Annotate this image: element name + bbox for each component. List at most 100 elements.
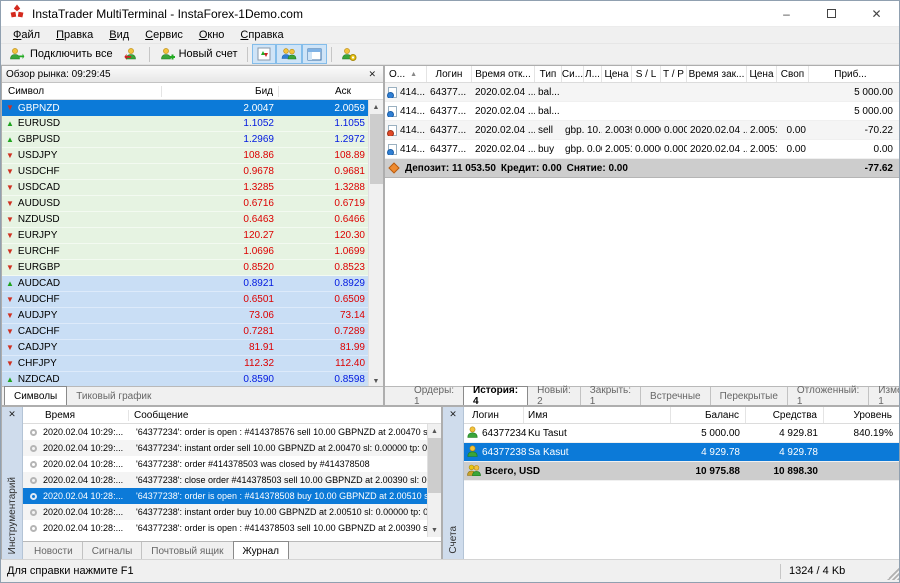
order-row[interactable]: 414... 64377...2020.02.04 ... buygbp... … <box>385 140 900 159</box>
tab-modify[interactable]: Изменить: 1 <box>868 387 900 405</box>
symbol-row[interactable]: ▼CHFJPY112.32112.40 <box>2 356 370 372</box>
order-row[interactable]: 414... 64377...2020.02.04 ... bal... 5 0… <box>385 102 900 121</box>
tab-news[interactable]: Новости <box>25 542 82 560</box>
tab-signals[interactable]: Сигналы <box>82 542 142 560</box>
accounts-header: Логин Имя Баланс Средства Уровень <box>464 407 900 424</box>
market-watch-close-icon[interactable]: ✕ <box>365 69 379 80</box>
tab-new[interactable]: Новый: 2 <box>528 387 580 405</box>
symbol-row[interactable]: ▼GBPNZD2.00472.0059 <box>2 100 370 116</box>
column-balance[interactable]: Баланс <box>671 407 746 423</box>
column-price[interactable]: Цена <box>602 66 632 82</box>
journal-row[interactable]: 2020.02.04 10:28:...'64377238': close or… <box>23 472 427 488</box>
toggle-accounts-button[interactable] <box>276 44 302 64</box>
disconnect-all-button[interactable] <box>118 44 145 64</box>
connect-all-button[interactable]: Подключить все <box>4 44 118 64</box>
scroll-thumb[interactable] <box>370 114 383 184</box>
column-open-time[interactable]: Время отк... <box>472 66 535 82</box>
journal-close-icon[interactable]: ✕ <box>5 409 19 420</box>
tab-close[interactable]: Закрыть: 1 <box>580 387 640 405</box>
column-close-price[interactable]: Цена <box>747 66 777 82</box>
column-login[interactable]: Логин <box>427 66 472 82</box>
menu-view[interactable]: Вид <box>101 28 137 42</box>
column-ask[interactable]: Аск <box>279 86 355 97</box>
symbol-row[interactable]: ▼AUDUSD0.67160.6719 <box>2 196 370 212</box>
menu-service[interactable]: Сервис <box>137 28 191 42</box>
column-type[interactable]: Тип <box>535 66 562 82</box>
column-lots[interactable]: Л... <box>584 66 602 82</box>
tab-symbols[interactable]: Символы <box>4 386 67 405</box>
column-close-time[interactable]: Время зак... <box>687 66 747 82</box>
column-login[interactable]: Логин <box>464 407 524 423</box>
symbol-row[interactable]: ▼CADCHF0.72810.7289 <box>2 324 370 340</box>
tab-history[interactable]: История: 4 <box>463 386 528 405</box>
tab-pending[interactable]: Отложенный: 1 <box>787 387 868 405</box>
toggle-layout-button[interactable] <box>302 44 327 64</box>
minimize-button[interactable]: – <box>764 1 809 26</box>
symbol-row[interactable]: ▲AUDCAD0.89210.8929 <box>2 276 370 292</box>
toolbar-separator <box>149 47 150 62</box>
menu-file[interactable]: Файл <box>5 28 48 42</box>
accounts-sidebar: ✕ Счета <box>443 407 464 560</box>
journal-scrollbar[interactable]: ▲ ▼ <box>427 424 441 537</box>
symbol-row[interactable]: ▼CADJPY81.9181.99 <box>2 340 370 356</box>
order-row[interactable]: 414... 64377...2020.02.04 ... bal... 5 0… <box>385 83 900 102</box>
symbol-row[interactable]: ▼EURJPY120.27120.30 <box>2 228 370 244</box>
symbol-row[interactable]: ▼USDCAD1.32851.3288 <box>2 180 370 196</box>
column-symbol[interactable]: Си... <box>562 66 584 82</box>
symbol-row[interactable]: ▲EURUSD1.10521.1055 <box>2 116 370 132</box>
column-bid[interactable]: Бид <box>162 86 279 97</box>
close-button[interactable]: ✕ <box>854 1 899 26</box>
journal-row[interactable]: 2020.02.04 10:29:...'64377234': order is… <box>23 424 427 440</box>
symbol-row[interactable]: ▼AUDJPY73.0673.14 <box>2 308 370 324</box>
tab-counter[interactable]: Встречные <box>640 387 710 405</box>
column-symbol[interactable]: Символ <box>2 86 162 97</box>
column-equity[interactable]: Средства <box>746 407 824 423</box>
journal-row[interactable]: 2020.02.04 10:28:...'64377238': order #4… <box>23 456 427 472</box>
symbol-row[interactable]: ▲GBPUSD1.29691.2972 <box>2 132 370 148</box>
menu-edit[interactable]: Правка <box>48 28 101 42</box>
column-sl[interactable]: S / L <box>632 66 661 82</box>
symbol-row[interactable]: ▼EURGBP0.85200.8523 <box>2 260 370 276</box>
account-settings-button[interactable] <box>336 44 362 64</box>
scroll-up-icon[interactable]: ▲ <box>373 100 380 114</box>
journal-row[interactable]: 2020.02.04 10:28:...'64377238': order is… <box>23 488 427 504</box>
tab-journal[interactable]: Журнал <box>233 541 290 560</box>
tab-orders[interactable]: Ордеры: 1 <box>405 387 463 405</box>
toggle-market-watch-button[interactable] <box>252 44 276 64</box>
column-swap[interactable]: Своп <box>777 66 809 82</box>
symbol-row[interactable]: ▼AUDCHF0.65010.6509 <box>2 292 370 308</box>
symbol-row[interactable]: ▼EURCHF1.06961.0699 <box>2 244 370 260</box>
tab-mailbox[interactable]: Почтовый ящик <box>141 542 232 560</box>
journal-row[interactable]: 2020.02.04 10:29:...'64377234': instant … <box>23 440 427 456</box>
journal-sidebar: ✕ Инструментарий <box>2 407 23 560</box>
column-name[interactable]: Имя <box>524 407 671 423</box>
journal-side-label[interactable]: Инструментарий <box>7 477 18 554</box>
market-watch-scrollbar[interactable]: ▲ ▼ <box>368 100 383 388</box>
scroll-up-icon[interactable]: ▲ <box>431 424 438 438</box>
scroll-down-icon[interactable]: ▼ <box>431 523 438 537</box>
column-tp[interactable]: T / P <box>661 66 687 82</box>
price-up-icon: ▲ <box>6 136 14 144</box>
symbol-row[interactable]: ▼NZDUSD0.64630.6466 <box>2 212 370 228</box>
tab-tick-chart[interactable]: Тиковый график <box>67 387 160 405</box>
maximize-button[interactable] <box>809 1 854 26</box>
journal-row[interactable]: 2020.02.04 10:28:...'64377238': instant … <box>23 504 427 520</box>
scroll-thumb[interactable] <box>428 438 441 493</box>
column-order[interactable]: О...▲ <box>385 66 427 82</box>
menu-window[interactable]: Окно <box>191 28 233 42</box>
journal-row[interactable]: 2020.02.04 10:28:...'64377238': order is… <box>23 520 427 536</box>
menu-help[interactable]: Справка <box>232 28 291 42</box>
accounts-side-label[interactable]: Счета <box>448 526 459 554</box>
symbol-row[interactable]: ▼USDCHF0.96780.9681 <box>2 164 370 180</box>
column-level[interactable]: Уровень <box>824 407 900 423</box>
order-row[interactable]: 414... 64377...2020.02.04 ... sellgbp...… <box>385 121 900 140</box>
accounts-close-icon[interactable]: ✕ <box>446 409 460 420</box>
tab-covered[interactable]: Перекрытые <box>710 387 787 405</box>
account-row[interactable]: 64377234 Ku Tasut 5 000.00 4 929.81 840.… <box>464 424 900 443</box>
resize-grip[interactable] <box>887 568 899 580</box>
accounts-summary-row: Всего, USD 10 975.88 10 898.30 <box>464 462 900 481</box>
symbol-row[interactable]: ▼USDJPY108.86108.89 <box>2 148 370 164</box>
column-profit[interactable]: Приб... <box>809 66 900 82</box>
new-account-button[interactable]: Новый счет <box>154 44 243 64</box>
account-row[interactable]: 64377238 Sa Kasut 4 929.78 4 929.78 <box>464 443 900 462</box>
